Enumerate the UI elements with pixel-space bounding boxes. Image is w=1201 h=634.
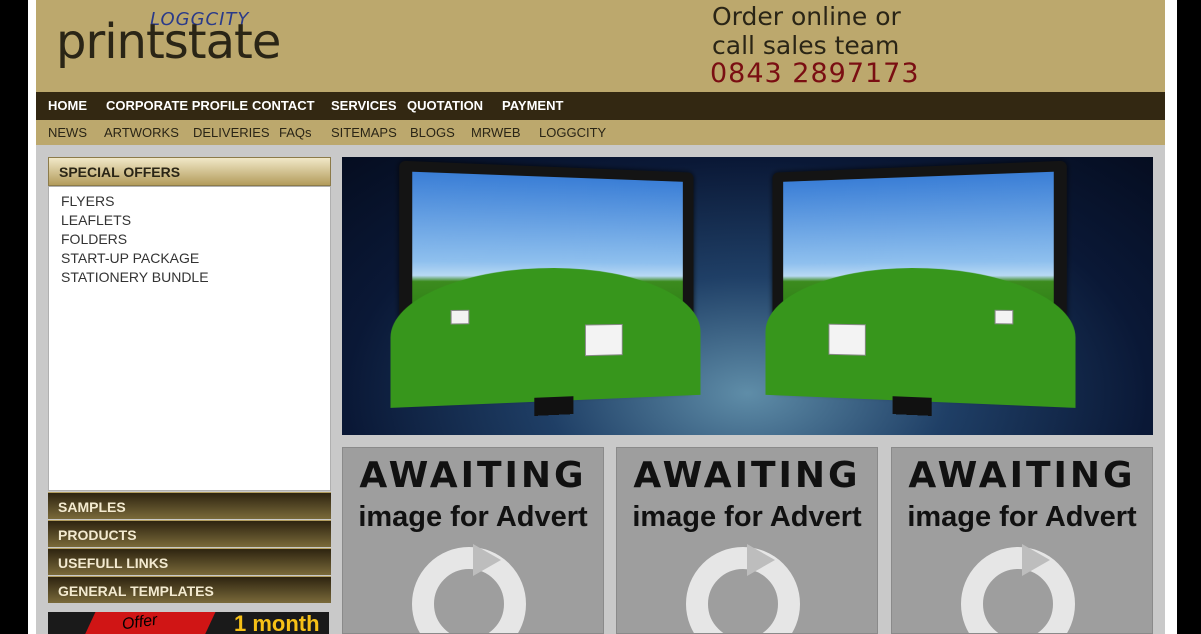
refresh-cycle-icon (961, 544, 1075, 633)
sidebar-products[interactable]: PRODUCTS (48, 520, 331, 547)
order-text-line1: Order online or (712, 2, 901, 31)
subnav-deliveries[interactable]: DELIVERIES (193, 125, 270, 140)
sidebar-samples[interactable]: SAMPLES (48, 492, 331, 519)
nav-payment[interactable]: PAYMENT (502, 98, 563, 113)
sidebar-general-templates[interactable]: GENERAL TEMPLATES (48, 576, 331, 603)
subnav-artworks[interactable]: ARTWORKS (104, 125, 179, 140)
advert-subtitle: image for Advert (632, 501, 862, 533)
refresh-cycle-icon (412, 544, 526, 633)
nav-services[interactable]: SERVICES (331, 98, 397, 113)
advert-subtitle: image for Advert (907, 501, 1137, 533)
page-frame: LOGGCITY printstate Order online or call… (28, 0, 1177, 634)
subnav-faqs[interactable]: FAQs (279, 125, 312, 140)
nav-home[interactable]: HOME (48, 98, 87, 113)
promo-banner[interactable]: Offer 1 month (48, 612, 329, 634)
sidebar-usefull-links-label: USEFULL LINKS (58, 555, 169, 571)
page-content: LOGGCITY printstate Order online or call… (36, 0, 1165, 634)
offer-leaflets[interactable]: LEAFLETS (61, 211, 330, 230)
hero-banner-image (342, 157, 1153, 435)
sidebar-products-label: PRODUCTS (58, 527, 137, 543)
advert-awaiting-text: AWAITING (908, 455, 1136, 496)
subnav-mrweb[interactable]: MRWEB (471, 125, 521, 140)
advert-slot-1[interactable]: AWAITING image for Advert (342, 447, 604, 634)
offer-folders[interactable]: FOLDERS (61, 230, 330, 249)
subnav-loggcity[interactable]: LOGGCITY (539, 125, 606, 140)
offer-stationery-bundle[interactable]: STATIONERY BUNDLE (61, 268, 330, 287)
advert-subtitle: image for Advert (358, 501, 588, 533)
site-header: LOGGCITY printstate Order online or call… (36, 0, 1165, 92)
nav-contact[interactable]: CONTACT (252, 98, 315, 113)
special-offers-panel: FLYERS LEAFLETS FOLDERS START-UP PACKAGE… (48, 186, 331, 491)
offer-start-up-package[interactable]: START-UP PACKAGE (61, 249, 330, 268)
sidebar-usefull-links[interactable]: USEFULL LINKS (48, 548, 331, 575)
promo-month-text: 1 month (234, 612, 320, 634)
advert-slot-2[interactable]: AWAITING image for Advert (616, 447, 878, 634)
subnav-news[interactable]: NEWS (48, 125, 87, 140)
sidebar-samples-label: SAMPLES (58, 499, 126, 515)
monitor-right-image (765, 160, 1076, 416)
order-text-line2: call sales team (712, 31, 900, 60)
advert-awaiting-text: AWAITING (359, 455, 587, 496)
special-offers-title: SPECIAL OFFERS (59, 164, 181, 180)
offer-flyers[interactable]: FLYERS (61, 192, 330, 211)
nav-quotation[interactable]: QUOTATION (407, 98, 483, 113)
phone-number: 0843 2897173 (710, 58, 920, 89)
nav-corporate-profile[interactable]: CORPORATE PROFILE (106, 98, 248, 113)
advert-awaiting-text: AWAITING (633, 455, 861, 496)
subnav-sitemaps[interactable]: SITEMAPS (331, 125, 397, 140)
refresh-cycle-icon (686, 544, 800, 633)
monitor-left-image (390, 160, 701, 416)
sidebar-general-templates-label: GENERAL TEMPLATES (58, 583, 214, 599)
main-nav: HOME CORPORATE PROFILE CONTACT SERVICES … (36, 92, 1165, 120)
site-logo[interactable]: printstate (56, 18, 281, 66)
special-offers-header[interactable]: SPECIAL OFFERS (48, 157, 331, 186)
subnav-blogs[interactable]: BLOGS (410, 125, 455, 140)
advert-slot-3[interactable]: AWAITING image for Advert (891, 447, 1153, 634)
sub-nav: NEWS ARTWORKS DELIVERIES FAQs SITEMAPS B… (36, 120, 1165, 145)
